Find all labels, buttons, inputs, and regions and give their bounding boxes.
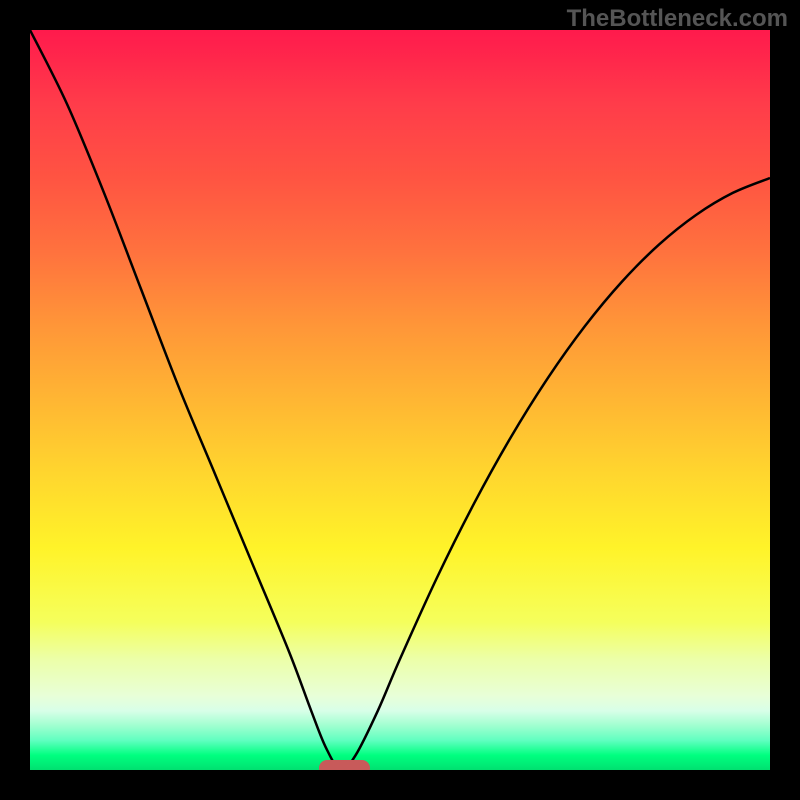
bottleneck-curve (30, 30, 770, 770)
watermark-text: TheBottleneck.com (567, 5, 788, 33)
chart-container: TheBottleneck.com (0, 0, 800, 800)
optimal-marker (319, 760, 371, 770)
chart-area (30, 30, 770, 770)
